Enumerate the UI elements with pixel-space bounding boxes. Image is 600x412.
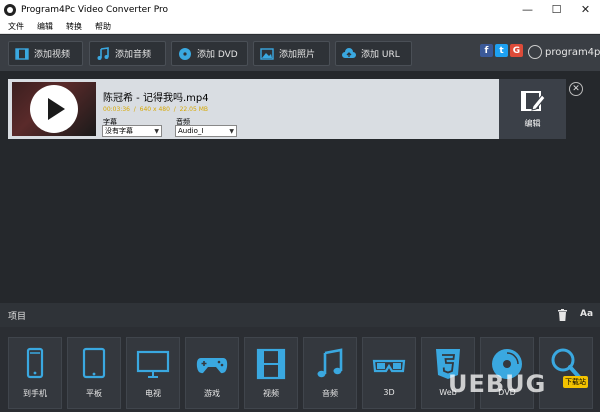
file-meta: 00:03:36 / 640 x 480 / 22.05 MB — [103, 106, 208, 113]
file-resolution: 640 x 480 — [139, 106, 170, 113]
edit-label: 编辑 — [524, 119, 541, 128]
add-video-label: 添加视频 — [34, 50, 71, 60]
chevron-down-icon: ▼ — [154, 128, 159, 135]
add-video-button[interactable]: 添加视频 — [8, 41, 83, 66]
program4pc-logo-icon — [528, 45, 542, 59]
window-title: Program4Pc Video Converter Pro — [21, 4, 168, 15]
menu-help[interactable]: 帮助 — [90, 21, 116, 32]
audio-select[interactable]: Audio_I ▼ — [175, 125, 237, 137]
project-bar: 项目 Aa — [0, 303, 600, 327]
file-duration: 00:03:36 — [103, 106, 130, 113]
phone-icon — [26, 347, 44, 379]
close-button[interactable]: ✕ — [571, 0, 600, 19]
add-photo-label: 添加照片 — [279, 50, 316, 60]
menu-file[interactable]: 文件 — [3, 21, 29, 32]
category-label: 电视 — [145, 389, 161, 398]
brand-logo[interactable]: program4pc — [528, 45, 600, 59]
menu-convert[interactable]: 转换 — [61, 21, 87, 32]
add-url-button[interactable]: 添加 URL — [335, 41, 412, 66]
category-label: 游戏 — [204, 389, 220, 398]
category-game-button[interactable]: 游戏 — [185, 337, 239, 409]
subtitle-value: 没有字幕 — [105, 127, 133, 135]
chevron-down-icon: ▼ — [229, 128, 234, 135]
category-label: 3D — [383, 388, 395, 397]
audio-value: Audio_I — [178, 127, 204, 135]
menu-bar: 文件 编辑 转换 帮助 — [0, 19, 600, 34]
category-search-button[interactable] — [539, 337, 593, 409]
tv-icon — [136, 350, 170, 378]
film-icon — [15, 47, 29, 61]
3d-glasses-icon — [372, 359, 406, 373]
file-size: 22.05 MB — [179, 106, 208, 113]
remove-file-icon[interactable]: ✕ — [569, 82, 583, 96]
meta-separator: / — [133, 106, 136, 113]
film-icon — [256, 348, 286, 380]
music-icon — [317, 348, 343, 378]
disc-icon — [178, 47, 192, 61]
add-dvd-button[interactable]: 添加 DVD — [171, 41, 248, 66]
category-audio-button[interactable]: 音频 — [303, 337, 357, 409]
file-name: 陈冠希 - 记得我吗.mp4 — [103, 93, 209, 104]
category-label: 音频 — [322, 389, 338, 398]
add-url-label: 添加 URL — [361, 50, 400, 60]
facebook-icon[interactable]: f — [480, 44, 493, 57]
image-icon — [260, 47, 274, 61]
google-plus-icon[interactable]: G — [510, 44, 523, 57]
window-controls: — ☐ ✕ — [513, 0, 600, 19]
edit-button[interactable]: 编辑 — [499, 79, 566, 139]
trash-icon[interactable] — [557, 309, 568, 321]
play-icon[interactable] — [30, 85, 78, 133]
category-tv-button[interactable]: 电视 — [126, 337, 180, 409]
cloud-upload-icon — [342, 47, 356, 61]
app-icon — [4, 3, 16, 16]
file-list: 陈冠希 - 记得我吗.mp4 00:03:36 / 640 x 480 / 22… — [0, 71, 600, 303]
project-label: 项目 — [8, 312, 27, 322]
minimize-button[interactable]: — — [513, 0, 542, 19]
edit-film-icon — [520, 91, 546, 111]
category-label: 平板 — [86, 389, 102, 398]
toolbar: 添加视频 添加音频 添加 DVD 添加照片 添加 URL f t G — [0, 35, 600, 71]
video-thumbnail[interactable] — [12, 82, 96, 136]
watermark-logo: UEBUG — [448, 370, 547, 398]
file-row[interactable]: 陈冠希 - 记得我吗.mp4 00:03:36 / 640 x 480 / 22… — [8, 79, 566, 139]
category-phone-button[interactable]: 到手机 — [8, 337, 62, 409]
add-dvd-label: 添加 DVD — [197, 50, 238, 60]
title-bar: Program4Pc Video Converter Pro — ☐ ✕ — [0, 0, 600, 19]
category-tablet-button[interactable]: 平板 — [67, 337, 121, 409]
category-video-button[interactable]: 视频 — [244, 337, 298, 409]
maximize-button[interactable]: ☐ — [542, 0, 571, 19]
category-label: 视频 — [263, 389, 279, 398]
category-label: 到手机 — [23, 389, 47, 398]
subtitle-select[interactable]: 没有字幕 ▼ — [102, 125, 162, 137]
watermark-tag: 下载站 — [563, 376, 588, 388]
tablet-icon — [82, 347, 106, 379]
category-3d-button[interactable]: 3D — [362, 337, 416, 409]
twitter-icon[interactable]: t — [495, 44, 508, 57]
font-size-button[interactable]: Aa — [580, 309, 593, 319]
add-audio-label: 添加音频 — [115, 50, 152, 60]
gamepad-icon — [196, 358, 228, 374]
meta-separator: / — [173, 106, 176, 113]
brand-text: program4pc — [545, 46, 600, 58]
music-icon — [96, 46, 110, 61]
add-audio-button[interactable]: 添加音频 — [89, 41, 166, 66]
add-photo-button[interactable]: 添加照片 — [253, 41, 330, 66]
menu-edit[interactable]: 编辑 — [32, 21, 58, 32]
